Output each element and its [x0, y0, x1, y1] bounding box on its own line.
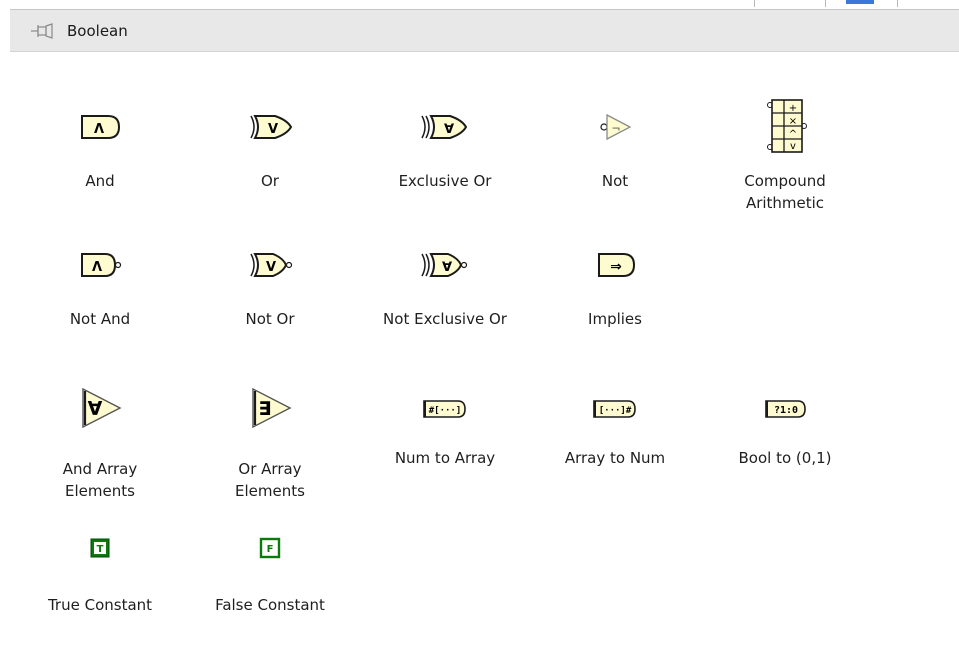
top-strip: [0, 0, 959, 9]
op-glyph: +: [789, 103, 797, 114]
not-exclusive-or-icon: ∀: [421, 253, 468, 277]
gate-glyph: ¬: [611, 122, 620, 135]
palette-item-array-to-num[interactable]: [···]# Array to Num: [530, 397, 700, 487]
item-label: Elements: [65, 482, 135, 500]
op-glyph: ×: [789, 116, 797, 127]
boolean-palette: Λ And V Or ∀ Exclusive Or ¬ Not + × ^ v …: [10, 52, 959, 649]
item-label: Compound: [744, 172, 826, 190]
gate-glyph: ∀: [88, 398, 103, 420]
palette-title: Boolean: [67, 22, 128, 40]
palette-item-not-exclusive-or[interactable]: ∀ Not Exclusive Or: [360, 250, 530, 340]
item-label: Arithmetic: [745, 194, 825, 212]
not-or-icon: V: [250, 253, 293, 277]
palette-item-and-array-elements[interactable]: ∀ And Array Elements: [15, 386, 185, 506]
gate-glyph: ∀: [444, 122, 454, 137]
item-label: Not And: [69, 310, 131, 328]
palette-item-num-to-array[interactable]: #[···] Num to Array: [360, 397, 530, 487]
item-label: Or Array: [238, 460, 302, 478]
gate-glyph: Λ: [92, 260, 102, 275]
or-icon: V: [250, 115, 293, 139]
num-to-array-icon: #[···]: [423, 400, 466, 418]
divider: [897, 0, 898, 7]
not-icon: ¬: [600, 113, 632, 141]
item-label: Or: [261, 172, 279, 190]
gate-glyph: V: [266, 260, 276, 275]
not-and-icon: Λ: [81, 253, 122, 277]
gate-glyph: ∃: [259, 398, 272, 420]
array-to-num-icon: [···]#: [593, 400, 636, 418]
false-constant-icon: F: [259, 537, 281, 559]
item-label: True Constant: [47, 596, 153, 614]
constant-glyph: T: [97, 544, 104, 555]
bool-to-01-icon: ?1:0: [765, 400, 806, 418]
item-label: Array to Num: [564, 449, 666, 467]
item-label: Not Exclusive Or: [383, 310, 507, 328]
gate-glyph: ∀: [442, 260, 452, 275]
palette-item-not-or[interactable]: V Not Or: [185, 250, 355, 340]
item-label: Elements: [235, 482, 305, 500]
compound-arithmetic-icon: + × ^ v: [767, 99, 807, 153]
palette-item-false-constant[interactable]: F False Constant: [185, 536, 355, 626]
item-label: And: [85, 172, 115, 190]
or-array-elements-icon: ∃: [252, 387, 292, 429]
item-label: Not: [601, 172, 629, 190]
item-label: Num to Array: [394, 449, 496, 467]
and-icon: Λ: [81, 115, 121, 139]
item-label: Bool to (0,1): [738, 449, 832, 467]
palette-item-not-and[interactable]: Λ Not And: [15, 250, 185, 340]
item-label: False Constant: [215, 596, 325, 614]
gate-glyph: Λ: [94, 122, 104, 137]
gate-glyph: ⇒: [610, 259, 622, 275]
palette-item-implies[interactable]: ⇒ Implies: [530, 250, 700, 340]
palette-item-exclusive-or[interactable]: ∀ Exclusive Or: [360, 112, 530, 202]
op-glyph: v: [790, 141, 796, 152]
op-glyph: ^: [789, 129, 797, 140]
and-array-elements-icon: ∀: [82, 387, 122, 429]
palette-item-true-constant[interactable]: T True Constant: [15, 536, 185, 626]
item-label: And Array: [62, 460, 138, 478]
palette-item-compound-arithmetic[interactable]: + × ^ v Compound Arithmetic: [700, 96, 870, 226]
palette-item-or[interactable]: V Or: [185, 112, 355, 202]
gate-glyph: [···]#: [599, 406, 632, 416]
palette-header[interactable]: Boolean: [10, 9, 959, 52]
exclusive-or-icon: ∀: [421, 115, 468, 139]
gate-glyph: ?1:0: [774, 405, 798, 416]
item-label: Exclusive Or: [398, 172, 492, 190]
item-label: Not Or: [245, 310, 295, 328]
divider: [825, 0, 826, 7]
thumbtack-icon[interactable]: [30, 23, 56, 39]
implies-icon: ⇒: [598, 253, 636, 277]
palette-item-not[interactable]: ¬ Not: [530, 112, 700, 202]
true-constant-icon: T: [90, 538, 110, 558]
palette-item-bool-to-01[interactable]: ?1:0 Bool to (0,1): [700, 397, 870, 487]
gate-glyph: V: [268, 122, 278, 137]
divider: [754, 0, 755, 7]
gate-glyph: #[···]: [429, 406, 462, 416]
palette-item-and[interactable]: Λ And: [15, 112, 185, 202]
constant-glyph: F: [267, 544, 274, 555]
item-label: Implies: [588, 310, 642, 328]
palette-item-or-array-elements[interactable]: ∃ Or Array Elements: [185, 386, 355, 506]
selection-indicator: [846, 0, 874, 4]
